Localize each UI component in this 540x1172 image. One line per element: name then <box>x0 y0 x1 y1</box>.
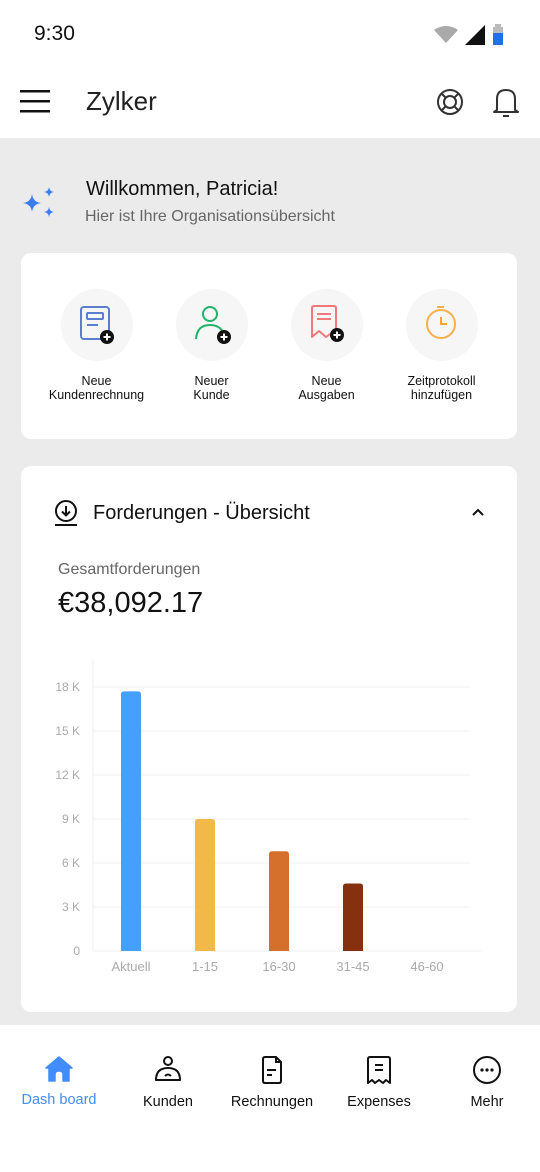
nav-label: Rechnungen <box>230 1094 314 1110</box>
customers-icon <box>155 1056 181 1081</box>
welcome-title: Willkommen, Patricia! <box>86 178 279 200</box>
nav-customers[interactable]: Kunden <box>114 1055 222 1110</box>
qa-label-line2: Ausgaben <box>298 388 355 402</box>
quick-action-new-invoice[interactable]: Neue Kundenrechnung <box>39 289 154 402</box>
receivables-download-icon <box>55 500 77 526</box>
quick-actions-card: Neue Kundenrechnung Neuer Kunde Neue Ausgab… <box>21 253 517 439</box>
customer-add-icon <box>194 306 231 344</box>
nav-label: Kunden <box>143 1094 193 1110</box>
menu-button[interactable] <box>20 88 52 116</box>
nav-label: Expenses <box>347 1094 411 1110</box>
y-tick-label: 6 K <box>62 856 80 870</box>
quick-action-new-expense[interactable]: Neue Ausgaben <box>269 289 384 402</box>
receivables-title: Forderungen - Übersicht <box>93 501 310 524</box>
nav-invoices[interactable]: Rechnungen <box>218 1055 326 1110</box>
menu-icon <box>20 90 50 113</box>
y-tick-label: 18 K <box>55 680 80 694</box>
total-receivables-value: €38,092.17 <box>58 587 204 619</box>
bar-aktuell <box>121 691 141 951</box>
bottom-navigation: Dash board Kunden Rechnungen Expenses Me… <box>0 1025 540 1172</box>
app-bar: Zylker <box>0 70 540 138</box>
help-button[interactable] <box>436 88 466 118</box>
nav-expenses[interactable]: Expenses <box>325 1055 433 1110</box>
x-tick-label: 16-30 <box>262 959 295 974</box>
notifications-button[interactable] <box>493 87 521 119</box>
nav-dashboard[interactable]: Dash board <box>5 1055 113 1108</box>
total-receivables-label: Gesamtforderungen <box>58 561 201 578</box>
quick-action-add-time-log[interactable]: Zeitprotokoll hinzufügen <box>384 289 499 402</box>
wifi-icon <box>434 26 458 43</box>
qa-label-line1: Zeitprotokoll <box>407 374 476 388</box>
nav-label: Mehr <box>470 1094 504 1110</box>
qa-label-line2: hinzufügen <box>410 388 473 402</box>
more-icon <box>473 1056 501 1084</box>
x-tick-label: 1-15 <box>192 959 218 974</box>
expenses-icon <box>367 1056 391 1084</box>
welcome-subtitle: Hier ist Ihre Organisationsübersicht <box>85 208 335 225</box>
y-tick-label: 0 <box>73 944 80 958</box>
bell-icon <box>493 89 519 117</box>
qa-label-line1: Neue <box>311 374 342 388</box>
quick-action-new-customer[interactable]: Neuer Kunde <box>154 289 269 402</box>
qa-label-line2: Kundenrechnung <box>48 388 145 402</box>
y-tick-label: 9 K <box>62 812 80 826</box>
qa-label-line1: Neuer <box>194 374 229 388</box>
app-title: Zylker <box>86 86 157 116</box>
nav-more[interactable]: Mehr <box>433 1055 540 1110</box>
x-tick-label: Aktuell <box>111 959 150 974</box>
help-lifebuoy-icon <box>437 89 463 115</box>
receivables-header[interactable]: Forderungen - Übersicht <box>53 500 310 526</box>
timer-icon <box>425 306 456 339</box>
bar-1-15 <box>195 819 215 951</box>
nav-label: Dash board <box>21 1092 97 1108</box>
status-bar: 9:30 <box>0 0 540 70</box>
bar-31-45 <box>343 883 363 951</box>
receivables-bar-chart: 0 3 K 6 K 9 K 12 K 15 K 18 K Aktuell 1-15 16-30 31… <box>55 660 481 974</box>
signal-icon <box>465 25 485 45</box>
invoice-add-icon <box>79 306 114 344</box>
status-time: 9:30 <box>34 22 75 45</box>
y-tick-label: 3 K <box>62 900 80 914</box>
qa-label-line1: Neue <box>81 374 112 388</box>
chevron-up-icon[interactable] <box>469 504 487 522</box>
qa-label-line2: Kunde <box>193 388 230 402</box>
y-tick-label: 15 K <box>55 724 80 738</box>
invoices-icon <box>262 1056 282 1084</box>
battery-icon <box>493 24 503 45</box>
bar-16-30 <box>269 851 289 951</box>
expense-add-icon <box>310 305 344 342</box>
home-icon <box>45 1056 73 1082</box>
x-tick-label: 46-60 <box>410 959 443 974</box>
receivables-card: Forderungen - Übersicht Gesamtforderunge… <box>21 466 517 1012</box>
x-tick-label: 31-45 <box>336 959 369 974</box>
y-tick-label: 12 K <box>55 768 80 782</box>
sparkle-icon <box>23 187 54 217</box>
